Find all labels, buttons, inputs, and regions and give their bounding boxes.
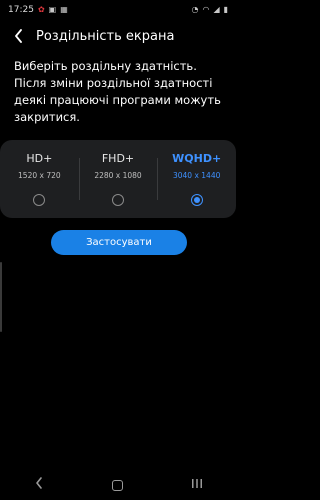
status-time: 17:25 — [8, 5, 34, 15]
chevron-left-icon[interactable] — [6, 24, 30, 48]
apply-button[interactable]: Застосувати — [51, 230, 187, 255]
alarm-icon: ◔ — [191, 5, 199, 14]
radio-button[interactable] — [112, 194, 124, 206]
home-icon[interactable] — [98, 479, 138, 491]
home-shape — [112, 479, 124, 491]
option-resolution: 1520 x 720 — [18, 171, 61, 180]
option-resolution: 3040 x 1440 — [172, 171, 221, 180]
option-name: HD+ — [26, 152, 53, 165]
gallery-icon: ▣ — [48, 5, 57, 14]
scroll-indicator — [0, 262, 2, 332]
option-resolution: 2280 x 1080 — [94, 171, 142, 180]
status-left: 17:25 ✿ ▣ ▦ — [8, 5, 68, 15]
header: Роздільність екрана — [0, 24, 236, 48]
resolution-options: HD+ 1520 x 720 FHD+ 2280 x 1080 WQHD+ 30… — [0, 140, 236, 218]
huawei-app-icon: ✿ — [37, 5, 45, 14]
wifi-icon: ◠ — [202, 5, 210, 14]
navigation-bar — [0, 470, 236, 500]
description-text: Виберіть роздільну здатність. Після змін… — [14, 59, 221, 124]
radio-button[interactable] — [33, 194, 46, 206]
radio-button-selected[interactable] — [190, 194, 203, 206]
page-title: Роздільність екрана — [36, 28, 175, 44]
back-icon[interactable] — [19, 477, 59, 493]
option-wqhd-plus[interactable]: WQHD+ 3040 x 1440 — [157, 140, 236, 218]
signal-icon: ◢ — [213, 5, 220, 14]
status-bar: 17:25 ✿ ▣ ▦ ◔ ◠ ◢ ▮ — [0, 0, 236, 20]
battery-icon: ▮ — [223, 5, 228, 14]
option-fhd-plus[interactable]: FHD+ 2280 x 1080 — [78, 140, 158, 218]
recents-icon[interactable] — [177, 478, 217, 493]
image-icon: ▦ — [60, 5, 68, 14]
status-right: ◔ ◠ ◢ ▮ — [191, 6, 228, 14]
option-hd-plus[interactable]: HD+ 1520 x 720 — [0, 140, 79, 218]
option-name: FHD+ — [101, 152, 135, 165]
radio-dot — [193, 197, 200, 203]
option-name: WQHD+ — [172, 152, 222, 165]
